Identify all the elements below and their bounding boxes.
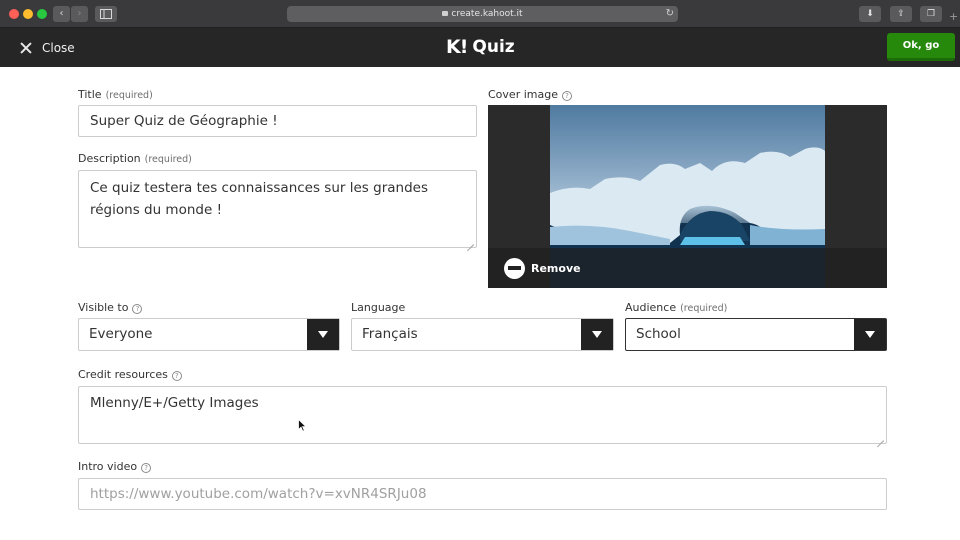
intro-video-label-text: Intro video	[78, 460, 138, 473]
title-input[interactable]: Super Quiz de Géographie !	[78, 105, 477, 137]
downloads-button[interactable]: ⬇	[859, 6, 881, 22]
resize-grip-icon[interactable]	[467, 238, 474, 245]
download-icon: ⬇	[866, 9, 874, 19]
visible-to-label: Visible to?	[78, 301, 143, 314]
title-label: Title (required)	[78, 88, 153, 101]
remove-icon	[504, 257, 525, 279]
forward-button[interactable]: ›	[71, 6, 88, 22]
help-icon[interactable]: ?	[141, 463, 152, 473]
credit-resources-label-text: Credit resources	[78, 368, 168, 381]
help-icon[interactable]: ?	[132, 304, 143, 314]
lock-icon	[442, 11, 449, 16]
sidebar-icon	[100, 9, 112, 19]
intro-video-label: Intro video?	[78, 460, 152, 473]
close-button[interactable]: Close	[20, 39, 75, 56]
credit-resources-textarea[interactable]: Mlenny/E+/Getty Images	[78, 386, 887, 444]
visible-to-select[interactable]: Everyone	[78, 318, 340, 351]
audience-label: Audience (required)	[625, 301, 727, 314]
help-icon[interactable]: ?	[561, 91, 572, 101]
reload-icon[interactable]: ↻	[666, 6, 674, 22]
logo-mark: K!	[446, 36, 468, 58]
language-value: Français	[362, 326, 418, 342]
logo-text: Quiz	[472, 37, 515, 57]
sidebar-toggle-button[interactable]	[95, 6, 117, 22]
audience-label-text: Audience	[625, 301, 677, 314]
intro-video-input[interactable]: https://www.youtube.com/watch?v=xvNR4SRJ…	[78, 478, 887, 510]
chevron-down-icon[interactable]	[581, 319, 613, 350]
mouse-cursor-icon	[298, 419, 307, 432]
credit-resources-label: Credit resources?	[78, 368, 182, 381]
description-line-1: Ce quiz testera tes connaissances sur le…	[90, 180, 428, 196]
share-icon: ⇪	[897, 9, 905, 19]
app-header: Close K! Quiz Ok, go	[0, 28, 960, 67]
audience-select[interactable]: School	[625, 318, 887, 351]
chevron-down-icon[interactable]	[307, 319, 339, 350]
resize-grip-icon[interactable]	[877, 434, 884, 441]
cover-image-label-text: Cover image	[488, 88, 558, 101]
visible-to-label-text: Visible to	[78, 301, 129, 314]
description-label: Description (required)	[78, 152, 192, 165]
audience-required: (required)	[680, 303, 728, 314]
language-select[interactable]: Français	[351, 318, 614, 351]
url-text: create.kahoot.it	[451, 9, 523, 19]
visible-to-value: Everyone	[89, 326, 153, 342]
show-tabs-button[interactable]: ❐	[920, 6, 942, 22]
share-button[interactable]: ⇪	[890, 6, 912, 22]
close-icon	[20, 42, 32, 54]
chevron-down-icon[interactable]	[854, 319, 886, 350]
ok-go-button[interactable]: Ok, go	[887, 33, 955, 61]
close-window-button[interactable]	[9, 9, 19, 19]
plus-icon: +	[949, 10, 959, 23]
back-button[interactable]: ‹	[53, 6, 70, 22]
browser-toolbar: ‹ › create.kahoot.it ↻ ⬇ ⇪ ❐ +	[0, 0, 960, 28]
close-label: Close	[42, 40, 75, 55]
audience-value: School	[636, 326, 681, 342]
description-label-text: Description	[78, 152, 141, 165]
zoom-window-button[interactable]	[37, 9, 47, 19]
chevron-left-icon: ‹	[59, 8, 64, 19]
cover-image-label: Cover image?	[488, 88, 572, 101]
help-icon[interactable]: ?	[171, 371, 182, 381]
title-label-text: Title	[78, 88, 102, 101]
address-bar[interactable]: create.kahoot.it ↻	[287, 6, 678, 22]
description-required: (required)	[144, 154, 192, 165]
new-tab-button[interactable]: +	[949, 10, 958, 23]
language-label: Language	[351, 301, 405, 314]
description-textarea[interactable]: Ce quiz testera tes connaissances sur le…	[78, 170, 477, 248]
kahoot-quiz-logo: K! Quiz	[446, 36, 515, 58]
remove-cover-button[interactable]: Remove	[488, 248, 887, 288]
language-label-text: Language	[351, 301, 406, 314]
title-required: (required)	[105, 90, 153, 101]
cover-image[interactable]: Remove	[488, 105, 887, 288]
remove-label: Remove	[531, 261, 581, 275]
tabs-icon: ❐	[926, 9, 936, 19]
chevron-right-icon: ›	[77, 8, 82, 19]
minimize-window-button[interactable]	[23, 9, 33, 19]
description-line-2: régions du monde !	[90, 202, 222, 218]
credit-resources-value: Mlenny/E+/Getty Images	[90, 395, 259, 411]
